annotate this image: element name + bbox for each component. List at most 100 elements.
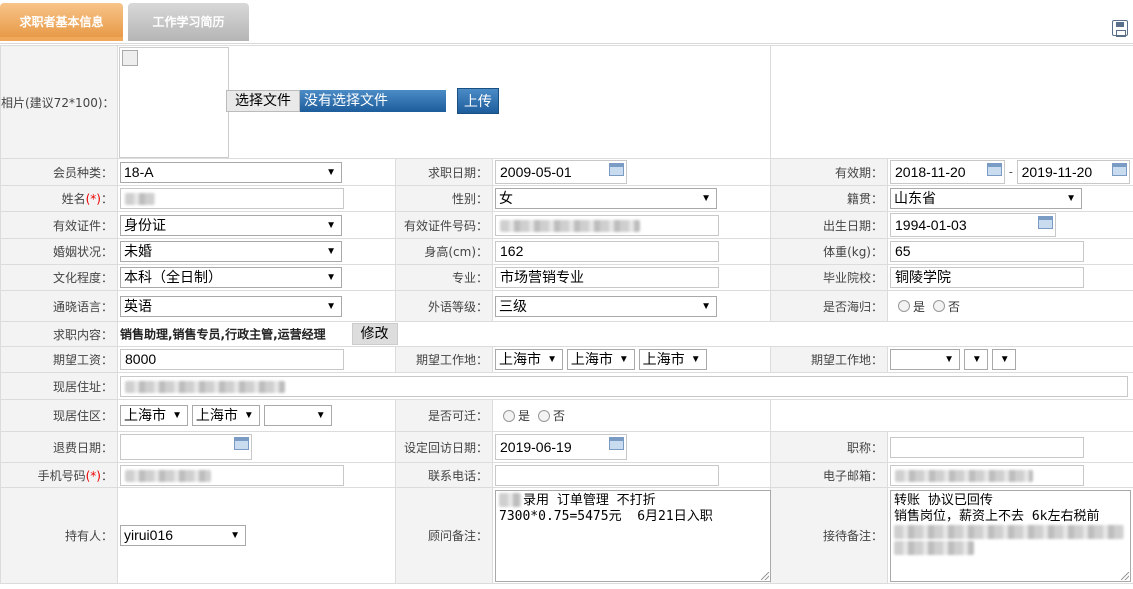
living-area-label: 现居住区： [0, 399, 118, 432]
photo-label: 相片(建议72*100)： [0, 45, 118, 159]
salary-label: 期望工资： [0, 346, 118, 373]
calendar-icon[interactable] [234, 437, 249, 450]
calendar-icon[interactable] [609, 163, 624, 176]
no-file-text: 没有选择文件 [300, 90, 446, 112]
job-content-text: 销售助理,销售专员,行政主管,运营经理 [120, 327, 326, 342]
job-title-input[interactable] [890, 436, 1084, 458]
calendar-icon[interactable] [609, 437, 624, 450]
chevron-down-icon: ▼ [326, 300, 336, 312]
education-select[interactable]: 本科（全日制） ▼ [120, 267, 342, 288]
weight-input[interactable]: 65 [890, 241, 1084, 262]
refund-date-input[interactable] [120, 434, 252, 460]
chevron-down-icon: ▼ [701, 193, 711, 204]
member-type-select[interactable]: 18-A ▼ [120, 161, 342, 183]
living-city-select[interactable]: 上海市 ▼ [191, 405, 260, 426]
address-input[interactable] [120, 375, 1128, 397]
chevron-down-icon: ▼ [1066, 193, 1076, 204]
name-input[interactable] [120, 188, 344, 209]
work-city-select[interactable]: 上海市 ▼ [566, 349, 635, 370]
living-district-select[interactable]: ▼ [263, 405, 332, 426]
chevron-down-icon: ▼ [944, 354, 954, 365]
living-province-select[interactable]: 上海市 ▼ [120, 405, 188, 426]
chevron-down-icon: ▼ [326, 246, 336, 257]
weight-label: 体重(kg)： [770, 238, 888, 265]
chevron-down-icon: ▼ [690, 354, 701, 365]
gender-label: 性别： [395, 185, 493, 212]
reception-note-textarea[interactable]: 转账 协议已回传 销售岗位，薪资上不去 6k左右税前 [890, 489, 1131, 582]
foreign-level-select[interactable]: 三级 ▼ [495, 295, 717, 317]
gender-select[interactable]: 女 ▼ [495, 188, 717, 209]
photo-placeholder [119, 47, 229, 158]
phone-label: 联系电话： [395, 462, 493, 488]
birth-date-input[interactable]: 1994-01-03 [890, 213, 1056, 237]
id-number-input[interactable] [495, 214, 719, 236]
salary-input[interactable]: 8000 [120, 349, 344, 370]
chevron-down-icon: ▼ [243, 410, 254, 421]
phone-input[interactable] [495, 464, 719, 486]
work-province-select[interactable]: 上海市 ▼ [495, 349, 563, 370]
email-input[interactable] [890, 464, 1084, 486]
chevron-down-icon: ▼ [701, 300, 711, 312]
address-label: 现居住址： [0, 372, 118, 400]
school-label: 毕业院校： [770, 264, 888, 291]
tab-bar: 求职者基本信息 工作学习简历 [0, 0, 1133, 44]
language-label: 通晓语言： [0, 290, 118, 322]
relocate-yes-radio[interactable] [503, 409, 515, 422]
consultant-note-textarea[interactable]: 录用 订单管理 不打折 7300*0.75=5475元 6月21日入职 [495, 489, 771, 582]
work-district-2-select[interactable]: ▼ [991, 349, 1016, 370]
save-icon[interactable] [1112, 20, 1128, 37]
edit-job-content-button[interactable]: 修改 [351, 323, 398, 345]
id-type-select[interactable]: 身份证 ▼ [120, 214, 342, 236]
choose-file-button[interactable]: 选择文件 [226, 90, 300, 112]
school-input[interactable]: 铜陵学院 [890, 267, 1084, 288]
mobile-input[interactable] [120, 464, 344, 486]
holder-select[interactable]: yirui016 ▼ [120, 525, 246, 546]
upload-button[interactable]: 上传 [456, 88, 499, 114]
job-title-label: 职称： [770, 431, 888, 463]
relocate-no-radio[interactable] [538, 409, 551, 422]
chevron-down-icon: ▼ [999, 354, 1010, 365]
marital-select[interactable]: 未婚 ▼ [120, 241, 342, 262]
returnee-yes-radio[interactable] [898, 300, 910, 312]
tab-work-experience[interactable]: 工作学习简历 [128, 3, 249, 41]
refund-date-label: 退费日期： [0, 431, 118, 463]
chevron-down-icon: ▼ [971, 354, 982, 365]
work-district-select[interactable]: 上海市 ▼ [638, 349, 707, 370]
work-place-2-label: 期望工作地： [770, 346, 888, 373]
chevron-down-icon: ▼ [547, 354, 557, 365]
resize-grip-icon[interactable] [761, 571, 769, 580]
foreign-level-label: 外语等级： [395, 290, 493, 322]
calendar-icon[interactable] [1111, 163, 1127, 176]
education-label: 文化程度： [0, 264, 118, 291]
birth-date-label: 出生日期： [770, 211, 888, 239]
work-city-2-select[interactable]: ▼ [963, 349, 988, 370]
calendar-icon[interactable] [987, 163, 1002, 176]
name-label: 姓名(*)： [0, 185, 118, 212]
id-number-label: 有效证件号码： [395, 211, 493, 239]
tab-basic-info[interactable]: 求职者基本信息 [0, 3, 123, 41]
marital-label: 婚姻状况： [0, 238, 118, 265]
major-input[interactable]: 市场营销专业 [495, 267, 719, 288]
native-place-select[interactable]: 山东省 ▼ [890, 188, 1082, 209]
job-date-input[interactable]: 2009-05-01 [495, 160, 627, 184]
job-content-label: 求职内容： [0, 321, 118, 347]
chevron-down-icon: ▼ [230, 530, 240, 541]
chevron-down-icon: ▼ [315, 410, 326, 421]
height-input[interactable]: 162 [495, 241, 719, 262]
work-province-2-select[interactable]: ▼ [890, 349, 960, 370]
work-place-label: 期望工作地： [395, 346, 493, 373]
calendar-icon[interactable] [1038, 216, 1053, 229]
language-select[interactable]: 英语 ▼ [120, 295, 342, 317]
job-date-label: 求职日期： [395, 158, 493, 186]
returnee-no-radio[interactable] [933, 300, 946, 312]
member-type-label: 会员种类： [0, 158, 118, 186]
callback-date-input[interactable]: 2019-06-19 [495, 434, 627, 460]
native-place-label: 籍贯： [770, 185, 888, 212]
chevron-down-icon: ▼ [326, 219, 336, 231]
holder-label: 持有人： [0, 487, 118, 584]
resize-grip-icon[interactable] [1121, 571, 1129, 580]
major-label: 专业： [395, 264, 493, 291]
date-separator: - [1008, 165, 1013, 179]
returnee-label: 是否海归： [770, 290, 888, 322]
applicant-form: 相片(建议72*100)： 选择文件 没有选择文件 上传 会员种类： 18-A ▼ … [0, 45, 1133, 584]
